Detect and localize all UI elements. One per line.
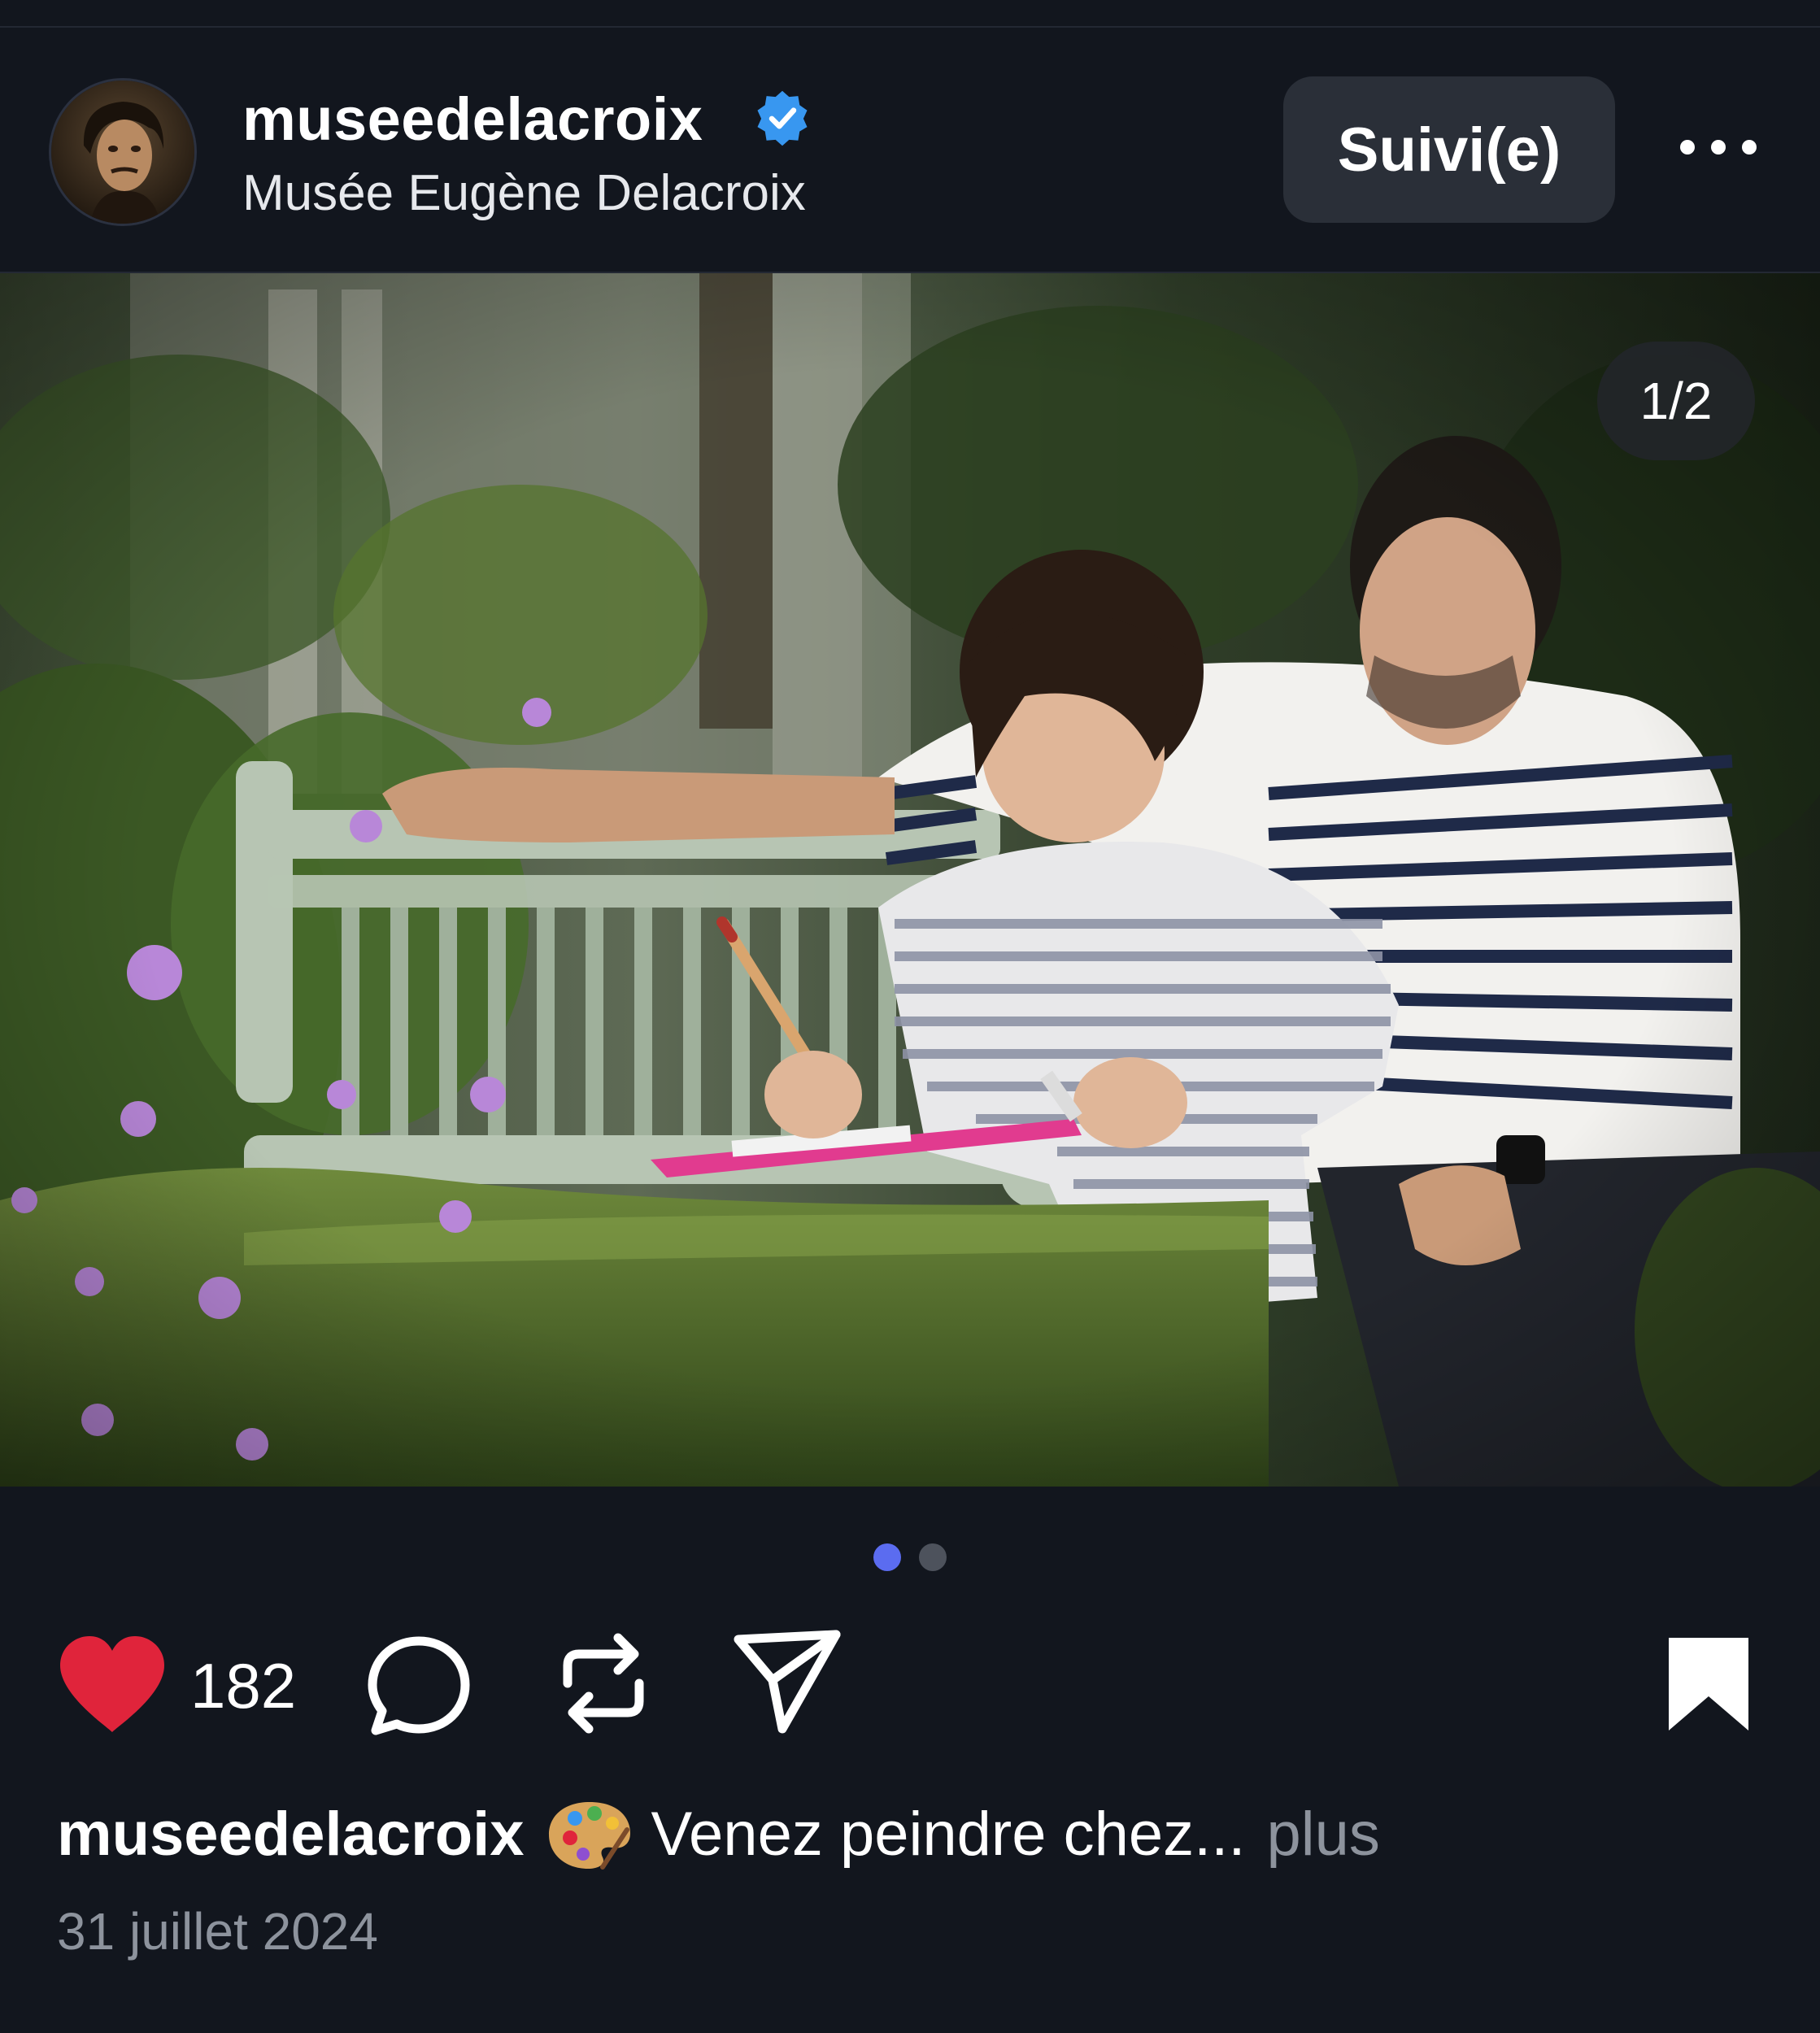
post-image[interactable] (0, 273, 1820, 1487)
artist-palette-icon (548, 1802, 630, 1870)
status-bar-strip (0, 0, 1820, 28)
carousel-dot-1[interactable] (873, 1543, 901, 1571)
account-full-name: Musée Eugène Delacroix (242, 165, 806, 221)
more-options-icon[interactable] (1674, 119, 1763, 176)
caption-username[interactable]: museedelacroix (57, 1799, 525, 1870)
avatar[interactable] (49, 78, 197, 226)
carousel-indicator (873, 1543, 947, 1573)
post-caption: museedelacroix Venez peindre chez... plu… (57, 1797, 1380, 1870)
image-counter: 1/2 (1597, 342, 1755, 460)
caption-text: Venez peindre chez... (651, 1799, 1246, 1869)
bookmark-icon[interactable] (1665, 1635, 1752, 1734)
username[interactable]: museedelacroix (242, 85, 703, 154)
verified-badge-icon (757, 90, 808, 146)
post-date: 31 juillet 2024 (57, 1902, 378, 1961)
caption-more-link[interactable]: plus (1266, 1799, 1379, 1870)
like-count[interactable]: 182 (190, 1649, 296, 1723)
post-header: museedelacroix Musée Eugène Delacroix Su… (0, 28, 1820, 272)
send-icon[interactable] (732, 1628, 843, 1735)
carousel-dot-2[interactable] (919, 1543, 947, 1571)
following-button[interactable]: Suivi(e) (1283, 76, 1615, 223)
comment-bubble-icon[interactable] (366, 1633, 472, 1739)
heart-icon[interactable] (55, 1633, 169, 1734)
repost-icon[interactable] (553, 1626, 654, 1740)
